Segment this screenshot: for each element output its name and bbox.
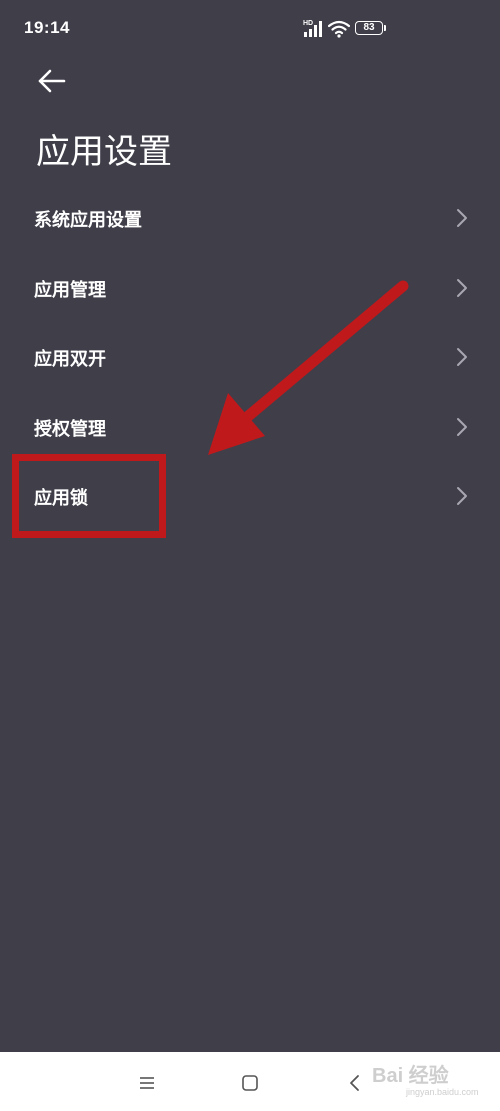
menu-item-dual-apps[interactable]: 应用双开 xyxy=(0,323,500,393)
wifi-icon xyxy=(328,20,350,38)
settings-screen: 19:14 HD 83 应用设置 系统应用设置 应用管理 应用双开 授权管理 应… xyxy=(0,0,500,1111)
menu-item-label: 应用管理 xyxy=(34,279,106,301)
chevron-right-icon xyxy=(457,417,467,436)
network-badge: HD xyxy=(303,20,313,27)
menu-item-label: 授权管理 xyxy=(34,418,106,440)
menu-item-label: 应用双开 xyxy=(34,349,106,370)
menu-item-system-app-settings[interactable]: 系统应用设置 xyxy=(0,184,500,254)
page-title: 应用设置 xyxy=(36,132,172,172)
chevron-right-icon xyxy=(457,209,467,227)
menu-icon[interactable] xyxy=(134,1070,160,1096)
signal-icon: HD xyxy=(303,20,322,37)
back-arrow-icon xyxy=(38,69,66,93)
menu-item-app-management[interactable]: 应用管理 xyxy=(0,254,500,324)
status-bar: 19:14 HD 83 xyxy=(0,0,500,56)
highlight-box xyxy=(12,454,166,538)
status-time: 19:14 xyxy=(24,18,70,37)
chevron-right-icon xyxy=(457,278,467,297)
back-button[interactable] xyxy=(30,62,74,100)
battery-tip xyxy=(384,25,386,31)
back-chevron-icon[interactable] xyxy=(342,1070,368,1096)
watermark-main: Bai 经验 xyxy=(372,1065,449,1087)
watermark: Bai 经验 jingyan.baidu.com xyxy=(372,1057,492,1103)
battery-icon: 83 xyxy=(355,21,383,35)
battery-level: 83 xyxy=(363,22,375,33)
watermark-sub: jingyan.baidu.com xyxy=(406,1087,479,1097)
menu-item-label: 系统应用设置 xyxy=(34,210,142,231)
home-square-icon[interactable] xyxy=(237,1070,263,1096)
chevron-right-icon xyxy=(457,487,467,505)
menu-item-permission-management[interactable]: 授权管理 xyxy=(0,393,500,463)
chevron-right-icon xyxy=(457,348,467,366)
